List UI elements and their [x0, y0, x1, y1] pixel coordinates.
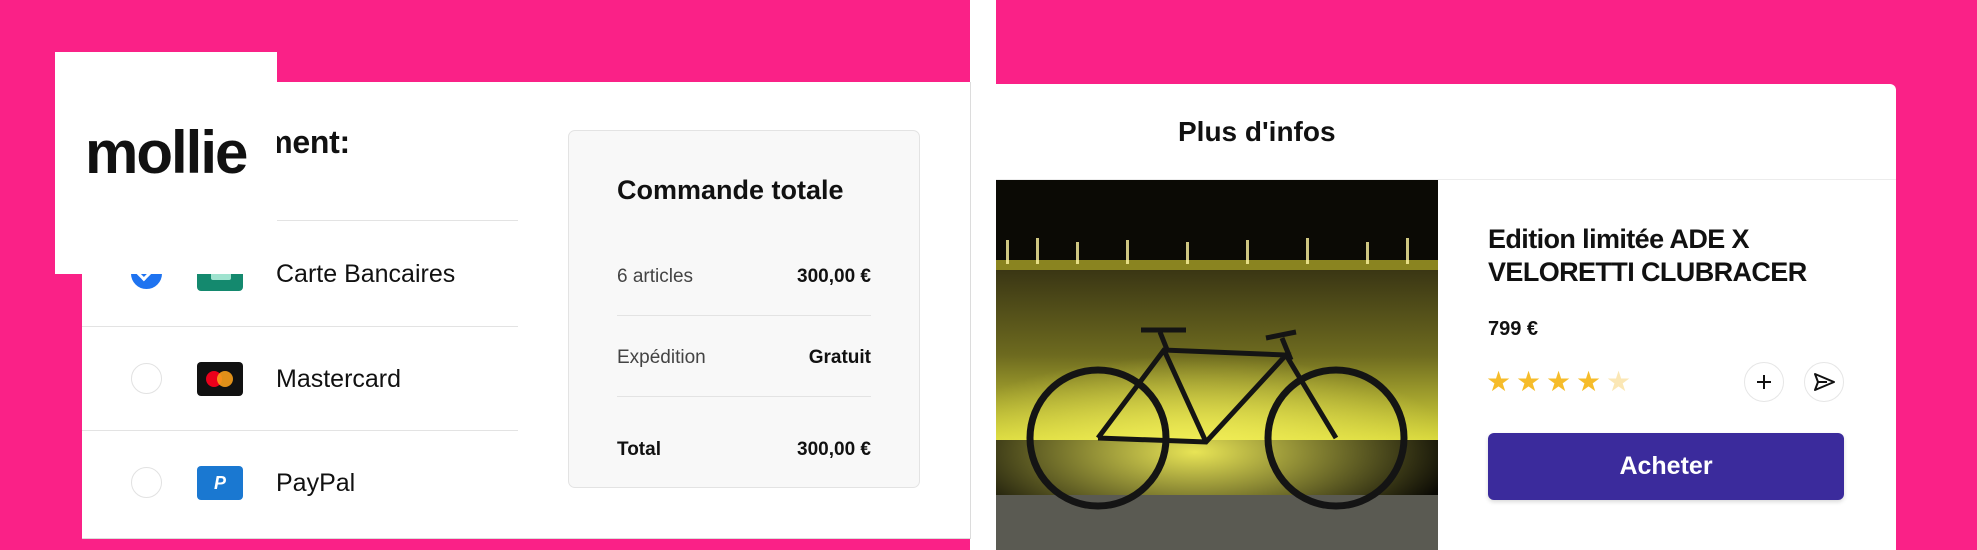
mastercard-icon: [197, 362, 243, 396]
order-row-value: Gratuit: [808, 347, 871, 368]
plus-icon: [1757, 375, 1771, 389]
product-price: 799 €: [1488, 318, 1539, 340]
divider: [617, 396, 871, 397]
payment-method-label: PayPal: [276, 469, 356, 497]
share-button[interactable]: [1804, 362, 1844, 402]
buy-button[interactable]: Acheter: [1488, 433, 1844, 500]
add-button[interactable]: [1744, 362, 1784, 402]
more-info-header: Plus d'infos: [1178, 116, 1336, 147]
order-row-label: Total: [617, 439, 661, 460]
star-empty-icon: ★: [1606, 366, 1632, 397]
logo-box: mollie: [55, 52, 277, 274]
radio-unselected[interactable]: [131, 363, 162, 394]
order-row-value: 300,00 €: [797, 439, 871, 460]
paypal-icon: P: [197, 466, 243, 500]
radio-unselected[interactable]: [131, 467, 162, 498]
payment-method-paypal[interactable]: P PayPal: [82, 431, 518, 535]
payment-method-label: Mastercard: [276, 365, 402, 393]
divider: [617, 315, 871, 316]
mollie-logo: mollie: [85, 119, 248, 186]
payment-method-mastercard[interactable]: Mastercard: [82, 327, 518, 431]
payment-method-label: Carte Bancaires: [276, 260, 456, 288]
star-icon: ★: [1546, 366, 1572, 397]
order-row-label: 6 articles: [617, 266, 694, 287]
order-summary: Commande totale 6 articles 300,00 € Expé…: [568, 130, 920, 488]
order-row-label: Expédition: [617, 347, 706, 368]
star-icon: ★: [1486, 366, 1512, 397]
product-title: Edition limitée ADE X VELORETTI CLUBRACE…: [1488, 224, 1807, 287]
order-summary-title: Commande totale: [617, 175, 844, 205]
star-icon: ★: [1516, 366, 1542, 397]
order-row-value: 300,00 €: [797, 266, 871, 287]
star-icon: ★: [1576, 366, 1602, 397]
bicycle-photo: [996, 180, 1438, 550]
send-icon: [1814, 373, 1835, 391]
